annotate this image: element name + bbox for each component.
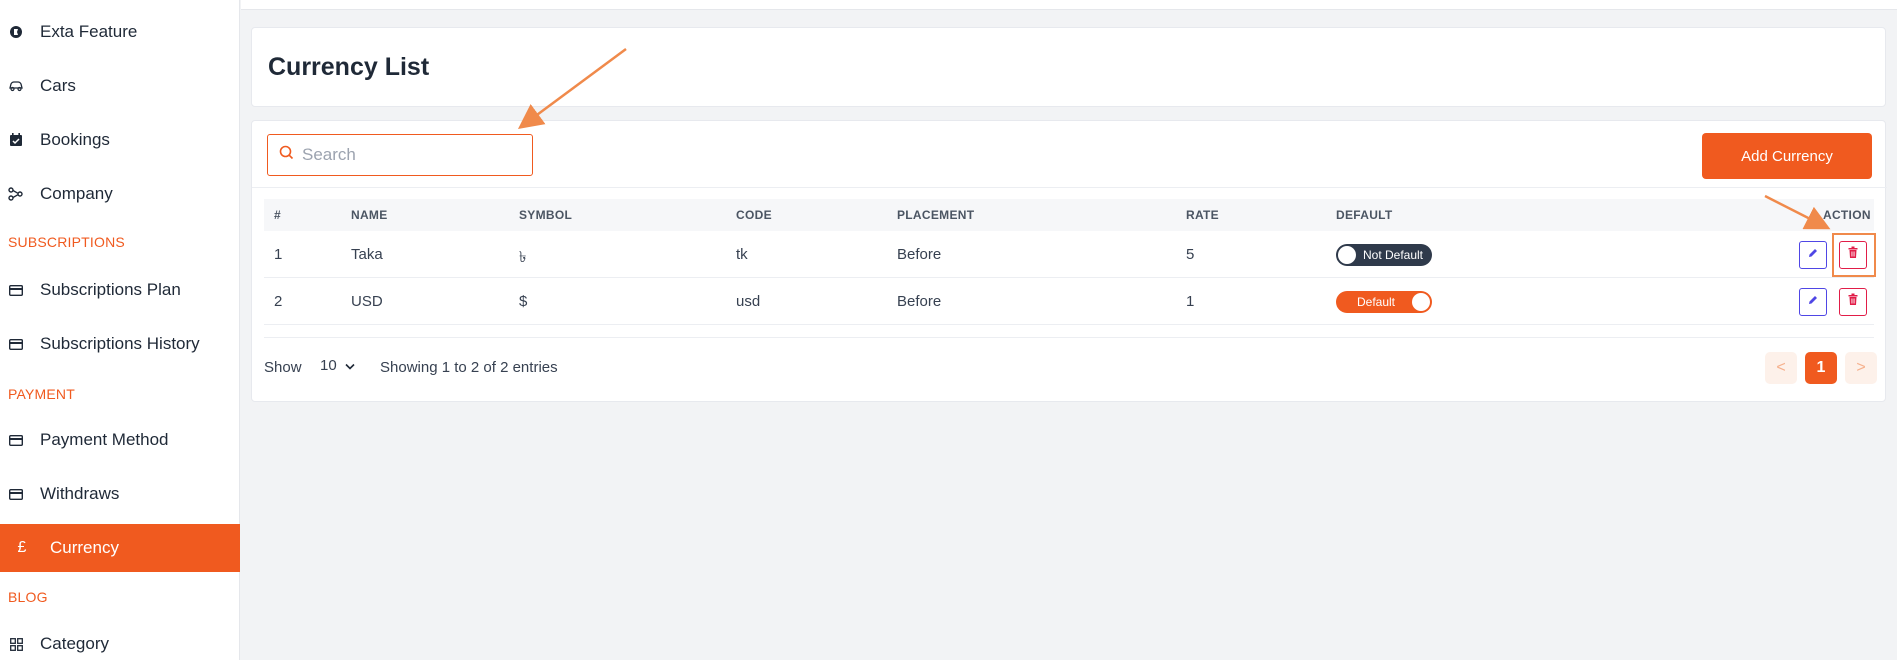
search-box[interactable] (267, 134, 533, 176)
calendar-check-icon (8, 132, 24, 148)
page-header-card: Currency List (251, 27, 1886, 107)
edit-button[interactable] (1799, 288, 1827, 316)
pagination-next[interactable]: > (1845, 352, 1877, 384)
section-label-subscriptions: SUBSCRIPTIONS (8, 234, 125, 250)
pagination-prev[interactable]: < (1765, 352, 1797, 384)
sidebar-item-label: Cars (40, 76, 76, 95)
currency-list-card: Add Currency # NAME SYMBOL CODE PLACEMEN… (251, 120, 1887, 402)
network-icon (8, 186, 24, 202)
currency-table: # NAME SYMBOL CODE PLACEMENT RATE DEFAUL… (264, 199, 1874, 325)
car-icon (8, 78, 24, 94)
sidebar-item-label: Category (40, 634, 109, 653)
sidebar-item-currency[interactable]: £ Currency (0, 524, 240, 572)
search-icon (279, 145, 294, 165)
pagination-page-1[interactable]: 1 (1805, 352, 1837, 384)
sidebar-item-label: Exta Feature (40, 22, 138, 41)
sidebar-item-label: Currency (50, 538, 119, 557)
column-header: ACTION (1823, 208, 1871, 222)
show-label: Show (264, 359, 302, 376)
sidebar-item-subscriptions-plan[interactable]: Subscriptions Plan (0, 266, 240, 314)
section-label-payment: PAYMENT (8, 386, 75, 402)
entries-info: Showing 1 to 2 of 2 entries (380, 359, 558, 376)
page-size-value: 10 (320, 357, 337, 374)
currency-rate: 1 (1186, 293, 1195, 310)
circle-badge-icon (8, 24, 24, 40)
sidebar-item-label: Payment Method (40, 430, 169, 449)
card-icon (8, 282, 24, 298)
edit-button[interactable] (1799, 241, 1827, 269)
page-title: Currency List (268, 53, 430, 81)
table-header: # NAME SYMBOL CODE PLACEMENT RATE DEFAUL… (264, 199, 1874, 231)
toggle-label: Not Default (1362, 248, 1424, 262)
column-header: NAME (351, 208, 388, 222)
page-size-select[interactable]: 10 (320, 357, 355, 374)
card-icon (8, 432, 24, 448)
divider (252, 187, 1887, 188)
currency-code: usd (736, 293, 761, 310)
sidebar-item-bookings[interactable]: Bookings (0, 116, 240, 164)
currency-placement: Before (897, 246, 942, 263)
currency-name: Taka (351, 246, 383, 263)
sidebar-item-withdraws[interactable]: Withdraws (0, 470, 240, 518)
pencil-icon (1807, 293, 1819, 311)
search-input[interactable] (302, 145, 522, 165)
sidebar-item-label: Subscriptions History (40, 334, 200, 353)
sidebar-item-category[interactable]: Category (0, 620, 240, 660)
top-bar (241, 0, 1897, 10)
table-row: 2 USD $ usd Before 1 Default (264, 278, 1874, 325)
sidebar-item-label: Bookings (40, 130, 110, 149)
row-number: 1 (274, 246, 283, 263)
column-header: # (274, 208, 281, 222)
add-currency-button[interactable]: Add Currency (1702, 133, 1872, 179)
column-header: CODE (736, 208, 772, 222)
section-label-blog: BLOG (8, 589, 48, 605)
currency-symbol: $ (519, 293, 528, 310)
grid-icon (8, 636, 24, 652)
sidebar: Exta Feature Cars Bookings Company SUBSC… (0, 0, 240, 660)
sidebar-item-company[interactable]: Company (0, 170, 240, 218)
toggle-label: Default (1356, 295, 1396, 309)
pound-icon: £ (17, 539, 27, 556)
sidebar-item-label: Subscriptions Plan (40, 280, 181, 299)
divider (264, 337, 1874, 338)
card-icon (8, 336, 24, 352)
chevron-down-icon (345, 357, 355, 374)
card-icon (8, 486, 24, 502)
default-toggle[interactable]: Not Default (1336, 244, 1432, 266)
trash-icon (1847, 293, 1859, 311)
sidebar-item-exta-feature[interactable]: Exta Feature (0, 8, 240, 56)
sidebar-item-cars[interactable]: Cars (0, 62, 240, 110)
column-header: PLACEMENT (897, 208, 975, 222)
column-header: SYMBOL (519, 208, 573, 222)
column-header: RATE (1186, 208, 1219, 222)
delete-button[interactable] (1839, 288, 1867, 316)
default-toggle[interactable]: Default (1336, 291, 1432, 313)
sidebar-item-payment-method[interactable]: Payment Method (0, 416, 240, 464)
sidebar-item-subscriptions-history[interactable]: Subscriptions History (0, 320, 240, 368)
sidebar-item-label: Withdraws (40, 484, 120, 503)
row-number: 2 (274, 293, 283, 310)
column-header: DEFAULT (1336, 208, 1393, 222)
sidebar-item-label: Company (40, 184, 113, 203)
currency-symbol: ৳ (519, 249, 527, 266)
delete-highlight-box (1832, 233, 1876, 277)
currency-code: tk (736, 246, 748, 263)
pencil-icon (1807, 246, 1819, 264)
currency-rate: 5 (1186, 246, 1195, 263)
currency-placement: Before (897, 293, 942, 310)
currency-name: USD (351, 293, 383, 310)
table-row: 1 Taka ৳ tk Before 5 Not Default (264, 231, 1874, 278)
